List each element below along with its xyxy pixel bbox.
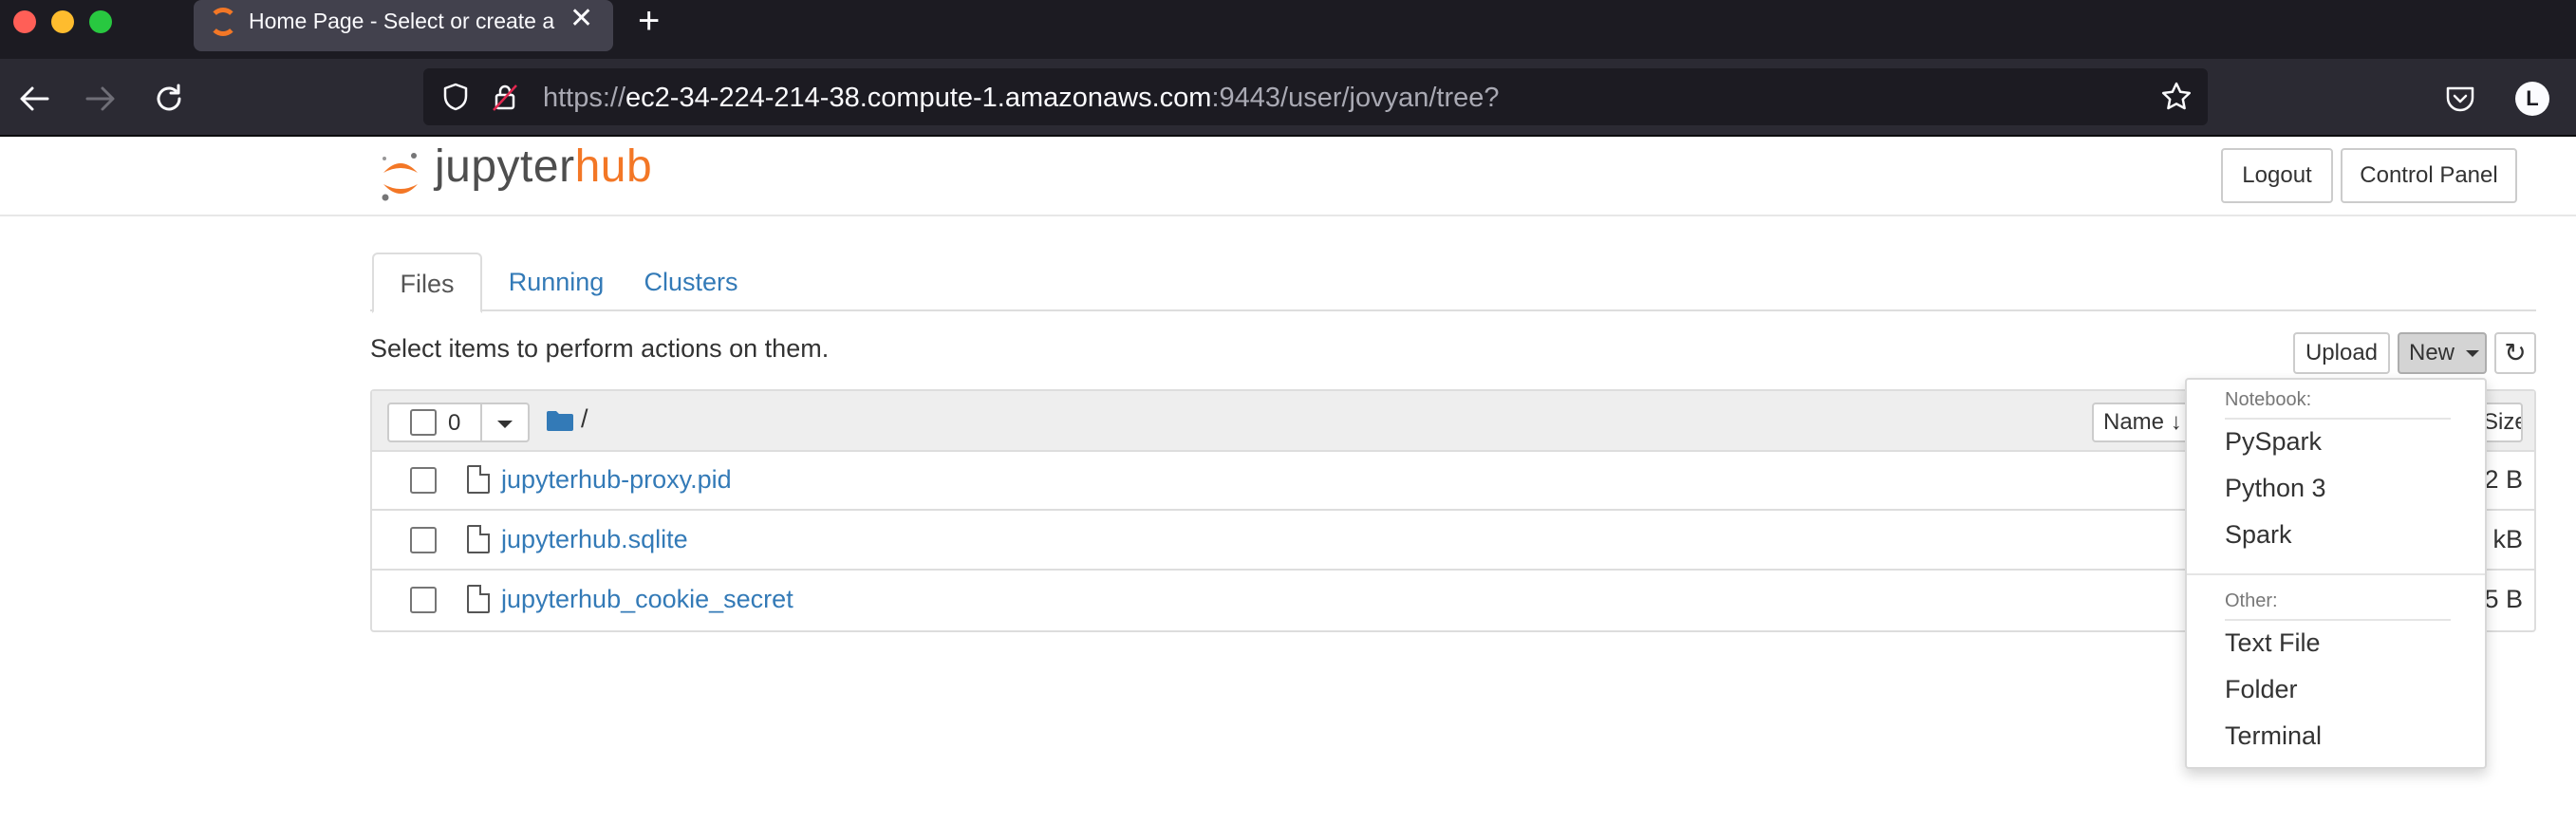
caret-down-icon xyxy=(2466,350,2479,357)
pocket-icon[interactable] xyxy=(2443,82,2477,116)
menu-header-notebook: Notebook: xyxy=(2225,389,2312,410)
url-path: :9443/user/jovyan/tree? xyxy=(1211,83,1500,113)
zoom-window-button[interactable] xyxy=(89,10,112,33)
new-button-label: New xyxy=(2409,340,2455,365)
shield-icon[interactable] xyxy=(440,82,471,112)
sort-by-size-button[interactable]: Size xyxy=(2481,403,2523,442)
reload-icon[interactable] xyxy=(150,80,188,118)
jupyter-header: jupyterhub Logout Control Panel xyxy=(0,137,2576,216)
menu-header-underline xyxy=(2225,418,2451,420)
menu-header-other: Other: xyxy=(2225,590,2278,611)
logout-button[interactable]: Logout xyxy=(2221,148,2333,203)
row-checkbox[interactable] xyxy=(410,587,437,613)
bookmark-star-icon[interactable] xyxy=(2160,81,2193,113)
instructions-text: Select items to perform actions on them. xyxy=(370,334,830,363)
insecure-lock-icon[interactable] xyxy=(490,82,520,112)
url-host: ec2-34-224-214-38.compute-1.amazonaws.co… xyxy=(625,83,1212,113)
browser-tab[interactable]: Home Page - Select or create a notebook … xyxy=(194,0,613,51)
sort-name-label: Name xyxy=(2103,409,2165,435)
sort-by-name-button[interactable]: Name ↓ xyxy=(2092,403,2191,442)
file-icon xyxy=(467,585,490,613)
profile-avatar[interactable]: L xyxy=(2515,82,2549,116)
arrow-down-icon: ↓ xyxy=(2164,409,2182,435)
file-size: 2 B xyxy=(2484,465,2523,494)
menu-item-text-file[interactable]: Text File xyxy=(2225,628,2321,658)
caret-down-icon[interactable] xyxy=(497,421,513,428)
tab-running[interactable]: Running xyxy=(495,253,617,311)
tab-strip: Files Running Clusters xyxy=(370,253,2536,313)
divider xyxy=(480,403,482,442)
file-icon xyxy=(467,525,490,553)
folder-icon[interactable] xyxy=(547,410,573,431)
file-name-link[interactable]: jupyterhub_cookie_secret xyxy=(501,585,793,614)
menu-item-folder[interactable]: Folder xyxy=(2225,675,2298,704)
tab-close-icon[interactable]: ✕ xyxy=(569,2,593,35)
file-name-link[interactable]: jupyterhub-proxy.pid xyxy=(501,465,732,495)
jupyter-logo-icon[interactable] xyxy=(380,150,421,203)
breadcrumb-path[interactable]: / xyxy=(581,404,588,434)
logo-text-hub: hub xyxy=(574,141,653,192)
jupyterhub-logo[interactable]: jupyterhub xyxy=(435,140,652,193)
file-size: 5 B xyxy=(2484,585,2523,613)
forward-arrow-icon[interactable] xyxy=(82,80,120,118)
close-window-button[interactable] xyxy=(13,10,36,33)
minimize-window-button[interactable] xyxy=(51,10,74,33)
new-tab-button[interactable]: + xyxy=(638,0,660,43)
url-text[interactable]: https://ec2-34-224-214-38.compute-1.amaz… xyxy=(543,83,1500,114)
file-size: kB xyxy=(2492,525,2523,553)
menu-header-underline xyxy=(2225,619,2451,621)
logo-text-jupyter: jupyter xyxy=(435,141,575,192)
refresh-icon[interactable]: ↻ xyxy=(2494,332,2536,374)
menu-item-terminal[interactable]: Terminal xyxy=(2225,721,2322,751)
file-name-link[interactable]: jupyterhub.sqlite xyxy=(501,525,688,554)
tab-clusters[interactable]: Clusters xyxy=(628,253,754,311)
upload-button[interactable]: Upload xyxy=(2293,332,2390,374)
select-all-checkbox[interactable] xyxy=(410,409,437,436)
browser-tab-bar: Home Page - Select or create a notebook … xyxy=(0,0,2576,59)
menu-item-spark[interactable]: Spark xyxy=(2225,520,2292,550)
menu-divider xyxy=(2187,573,2485,575)
url-bar[interactable]: https://ec2-34-224-214-38.compute-1.amaz… xyxy=(423,68,2208,125)
menu-item-python3[interactable]: Python 3 xyxy=(2225,474,2326,503)
jupyter-favicon-icon xyxy=(209,8,237,36)
back-arrow-icon[interactable] xyxy=(15,80,53,118)
file-icon xyxy=(467,465,490,494)
row-checkbox[interactable] xyxy=(410,467,437,494)
select-all-control[interactable]: 0 xyxy=(387,403,530,442)
tab-files[interactable]: Files xyxy=(372,253,482,313)
control-panel-button[interactable]: Control Panel xyxy=(2341,148,2517,203)
url-scheme: https:// xyxy=(543,83,626,113)
browser-nav-bar: https://ec2-34-224-214-38.compute-1.amaz… xyxy=(0,59,2576,137)
tab-title: Home Page - Select or create a notebook xyxy=(249,9,556,33)
new-dropdown-menu: Notebook: PySpark Python 3 Spark Other: … xyxy=(2185,378,2487,769)
row-checkbox[interactable] xyxy=(410,527,437,553)
size-label: Size xyxy=(2483,409,2521,435)
selected-count: 0 xyxy=(448,410,461,436)
menu-item-pyspark[interactable]: PySpark xyxy=(2225,427,2322,457)
new-dropdown-button[interactable]: New xyxy=(2398,332,2487,374)
